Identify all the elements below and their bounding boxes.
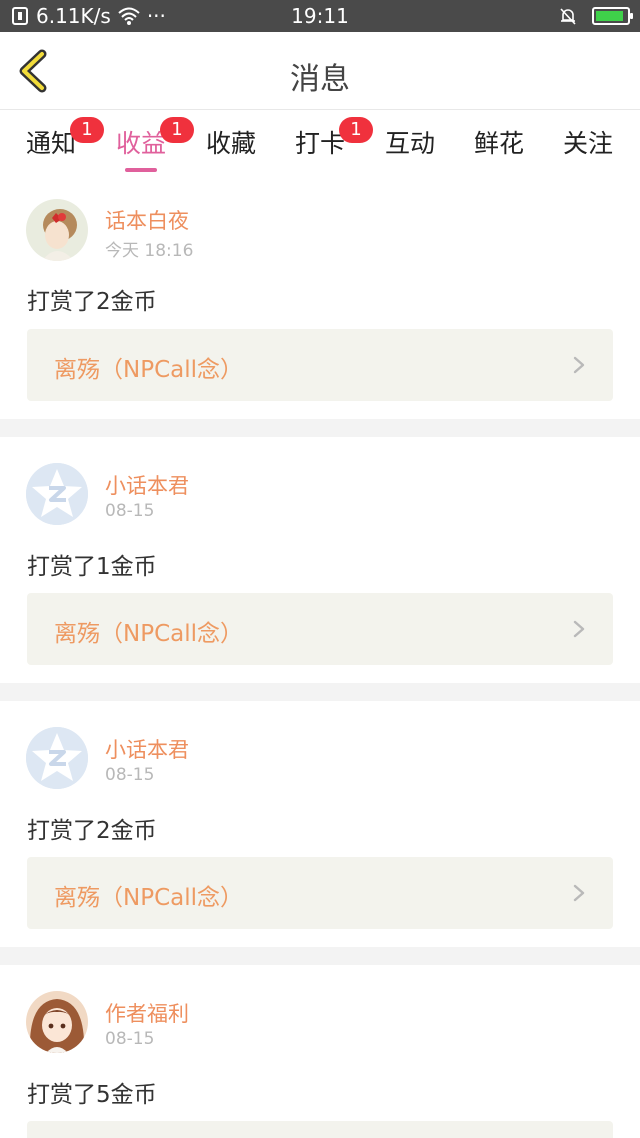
tab-interactions[interactable]: 互动	[385, 124, 435, 160]
reward-text: 打赏了5金币	[27, 1082, 157, 1108]
tab-label: 鲜花	[474, 129, 525, 158]
tab-label: 打卡	[295, 129, 346, 158]
sender-name[interactable]: 话本白夜	[105, 205, 189, 235]
work-title: 离殇（NPCall念）	[54, 885, 244, 911]
divider	[0, 419, 640, 437]
work-link[interactable]: 离殇（NPCall念）	[27, 593, 613, 665]
message-time: 今天 18:16	[105, 241, 194, 261]
avatar[interactable]	[26, 991, 88, 1053]
message-time: 08-15	[105, 1029, 155, 1049]
status-time: 19:11	[291, 4, 349, 28]
avatar[interactable]	[26, 463, 88, 525]
avatar[interactable]	[26, 199, 88, 261]
message-card: 话本白夜 今天 18:16 打赏了2金币 离殇（NPCall念）	[0, 172, 640, 419]
tab-badge: 1	[70, 117, 104, 143]
work-link[interactable]: 离殇（NPCall念）	[27, 329, 613, 401]
chevron-right-icon	[573, 356, 585, 374]
divider	[0, 683, 640, 701]
header: 消息	[0, 32, 640, 110]
default-star-avatar-icon	[26, 463, 88, 525]
sender-name[interactable]: 作者福利	[105, 998, 189, 1028]
tab-label: 关注	[563, 129, 614, 158]
default-star-avatar-icon	[26, 727, 88, 789]
sender-name[interactable]: 小话本君	[105, 734, 189, 764]
tab-label: 收益	[116, 129, 167, 158]
tab-checkin[interactable]: 打卡 1	[295, 117, 373, 160]
tab-flowers[interactable]: 鲜花	[474, 124, 524, 160]
tab-bar: 通知 1 收益 1 收藏 打卡 1 互动 鲜花 关注	[0, 110, 640, 172]
reward-text: 打赏了2金币	[27, 818, 157, 844]
message-time: 08-15	[105, 765, 155, 785]
reward-text: 打赏了1金币	[27, 554, 157, 580]
sender-name[interactable]: 小话本君	[105, 470, 189, 500]
work-title: 离殇（NPCall念）	[54, 621, 244, 647]
message-card: 作者福利 08-15 打赏了5金币	[0, 965, 640, 1138]
tab-label: 互动	[385, 129, 436, 158]
tab-badge: 1	[339, 117, 373, 143]
battery-icon	[592, 7, 633, 25]
message-time: 08-15	[105, 501, 155, 521]
status-bar: 6.11K/s ··· 19:11	[0, 0, 640, 32]
reward-text: 打赏了2金币	[27, 289, 157, 315]
mute-bell-icon	[560, 8, 576, 25]
tab-label: 通知	[26, 129, 77, 158]
page-title: 消息	[290, 62, 350, 97]
message-card: 小话本君 08-15 打赏了2金币 离殇（NPCall念）	[0, 701, 640, 947]
tab-badge: 1	[160, 117, 194, 143]
work-link[interactable]	[27, 1121, 613, 1138]
tab-favorites[interactable]: 收藏	[206, 124, 256, 160]
chevron-right-icon	[573, 620, 585, 638]
status-right	[558, 4, 633, 28]
work-link[interactable]: 离殇（NPCall念）	[27, 857, 613, 929]
message-card: 小话本君 08-15 打赏了1金币 离殇（NPCall念）	[0, 437, 640, 683]
chevron-right-icon	[573, 884, 585, 902]
anime-girl-portrait-icon	[26, 991, 88, 1053]
tab-earnings[interactable]: 收益 1	[116, 117, 194, 172]
tab-notifications[interactable]: 通知 1	[26, 117, 104, 160]
tab-label: 收藏	[206, 129, 257, 158]
avatar[interactable]	[26, 727, 88, 789]
work-title: 离殇（NPCall念）	[54, 357, 244, 383]
girl-portrait-icon	[26, 199, 88, 261]
divider	[0, 947, 640, 965]
tab-following[interactable]: 关注	[563, 124, 613, 160]
